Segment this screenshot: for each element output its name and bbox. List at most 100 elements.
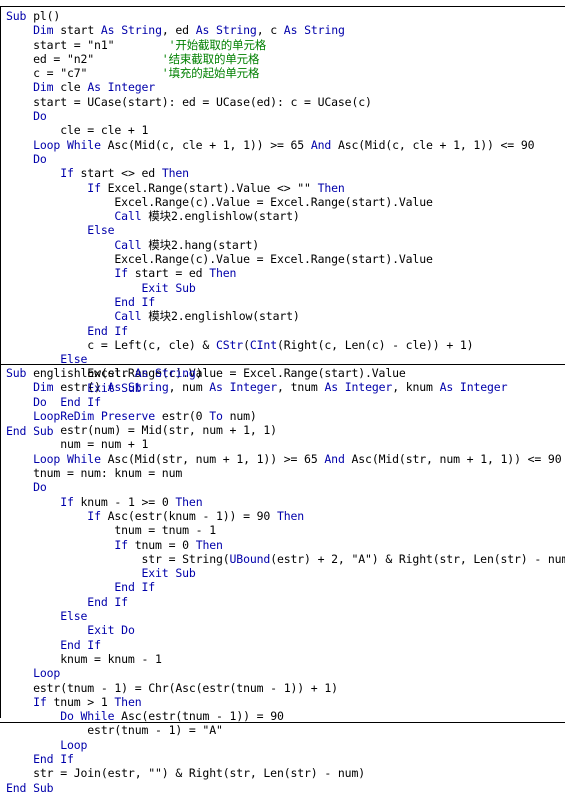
code-line[interactable]: If start = ed Then: [6, 266, 562, 280]
code-token-ident: Asc(Mid(str, num + 1, 1)) <= 90: [351, 451, 562, 466]
code-token-kw: If: [60, 494, 81, 509]
code-line[interactable]: If tnum > 1 Then: [6, 695, 562, 709]
code-token-kw: CStr: [215, 337, 244, 352]
code-line[interactable]: End If: [6, 324, 562, 338]
code-token-ident: [6, 281, 141, 295]
code-token-kw: Exit Sub: [141, 566, 196, 581]
code-line[interactable]: start = UCase(start): ed = UCase(ed): c …: [6, 95, 562, 109]
code-line[interactable]: Call 模块2.englishlow(start): [6, 309, 562, 323]
code-line[interactable]: If start <> ed Then: [6, 166, 562, 180]
code-line[interactable]: c = Left(c, cle) & CStr(CInt(Right(c, Le…: [6, 338, 562, 352]
code-line[interactable]: Loop While Asc(Mid(c, cle + 1, 1)) >= 65…: [6, 138, 562, 152]
code-token-ident: start: [60, 23, 101, 38]
code-line[interactable]: If tnum = 0 Then: [6, 538, 562, 552]
code-token-ident: [6, 495, 60, 509]
code-token-ident: [6, 666, 33, 680]
code-line[interactable]: str = String(UBound(estr) + 2, "A") & Ri…: [6, 552, 565, 566]
code-line[interactable]: Do: [6, 109, 562, 123]
code-line[interactable]: estr(tnum - 1) = "A": [6, 723, 562, 737]
code-line[interactable]: Dim cle As Integer: [6, 80, 562, 94]
code-token-ident: [6, 395, 33, 409]
code-token-kw: End If: [33, 752, 74, 767]
code-line[interactable]: tnum = tnum - 1: [6, 523, 562, 537]
code-line[interactable]: ed = "n2" '结束截取的单元格: [6, 52, 562, 66]
code-line[interactable]: Do: [6, 395, 562, 409]
code-token-kw: Else: [87, 223, 115, 238]
code-line[interactable]: End If: [6, 580, 562, 594]
code-line[interactable]: End Sub: [6, 781, 562, 795]
code-token-kw: End If: [87, 323, 128, 338]
code-token-ident: start = ed: [134, 266, 210, 281]
code-line[interactable]: Loop: [6, 738, 562, 752]
code-token-ident: ed = "n2": [6, 51, 162, 66]
code-token-ident: [6, 609, 60, 623]
code-line[interactable]: Call 模块2.englishlow(start): [6, 209, 562, 223]
code-token-ident: c = Left(c, cle) &: [6, 337, 216, 352]
code-token-kw: And: [324, 451, 352, 466]
code-line[interactable]: End If: [6, 595, 562, 609]
code-token-ident: [6, 295, 114, 309]
code-line[interactable]: Else: [6, 352, 562, 366]
code-line[interactable]: Do: [6, 480, 562, 494]
code-token-ident: Excel.Range(c).Value = Excel.Range(start…: [6, 252, 433, 267]
code-line[interactable]: c = "c7" '填充的起始单元格: [6, 66, 562, 80]
code-line[interactable]: Else: [6, 223, 562, 237]
code-line[interactable]: cle = cle + 1: [6, 123, 562, 137]
code-line[interactable]: If knum - 1 >= 0 Then: [6, 495, 562, 509]
code-token-kw: End If: [87, 594, 128, 609]
code-token-ident: [6, 595, 87, 609]
code-token-kw: Dim: [33, 380, 61, 395]
code-line[interactable]: ReDim Preserve estr(0 To num): [6, 409, 562, 423]
code-token-ident: (Right(c, Len(c) - cle)) + 1): [276, 337, 474, 352]
code-line[interactable]: Call 模块2.hang(start): [6, 238, 562, 252]
code-token-ident: [6, 566, 141, 580]
code-line[interactable]: Dim estr() As String, num As Integer, tn…: [6, 380, 562, 394]
code-token-cmt: '填充的起始单元格: [161, 66, 260, 81]
code-line[interactable]: Exit Do: [6, 623, 562, 637]
code-line[interactable]: Else: [6, 609, 562, 623]
code-token-ident: [6, 166, 60, 180]
code-token-ident: num = num + 1: [6, 437, 149, 452]
code-line[interactable]: Excel.Range(c).Value = Excel.Range(start…: [6, 195, 562, 209]
code-line[interactable]: knum = knum - 1: [6, 652, 562, 666]
code-token-ident: tnum = num: knum = num: [6, 466, 183, 481]
code-line[interactable]: End If: [6, 295, 562, 309]
code-line[interactable]: Loop While Asc(Mid(str, num + 1, 1)) >= …: [6, 452, 562, 466]
code-token-kw: Else: [60, 609, 88, 624]
code-line[interactable]: Sub pl(): [6, 9, 562, 23]
code-token-ident: cle = cle + 1: [6, 123, 149, 138]
code-token-ident: 模块2.englishlow(start): [148, 309, 300, 324]
code-line[interactable]: Exit Sub: [6, 281, 562, 295]
code-line[interactable]: If Excel.Range(start).Value <> "" Then: [6, 181, 562, 195]
code-line[interactable]: str = Join(estr, "") & Right(str, Len(st…: [6, 766, 562, 780]
code-token-ident: [6, 409, 60, 423]
code-line[interactable]: Loop: [6, 666, 562, 680]
code-line[interactable]: Excel.Range(c).Value = Excel.Range(start…: [6, 252, 562, 266]
code-line[interactable]: estr(tnum - 1) = Chr(Asc(estr(tnum - 1))…: [6, 681, 562, 695]
code-line[interactable]: tnum = num: knum = num: [6, 466, 562, 480]
code-token-ident: start = UCase(start): ed = UCase(ed): c …: [6, 94, 372, 109]
code-token-ident: [6, 709, 60, 723]
code-token-kw: Dim: [33, 23, 61, 38]
code-token-kw: Do: [33, 394, 47, 409]
code-token-ident: estr(tnum - 1) = Chr(Asc(estr(tnum - 1))…: [6, 680, 338, 695]
code-token-cmt: '结束截取的单元格: [161, 51, 260, 66]
code-line[interactable]: End If: [6, 752, 562, 766]
code-token-kw: Exit Do: [87, 623, 135, 638]
procedure-englishlow-code[interactable]: Sub englishlow(str As String) Dim estr()…: [6, 366, 565, 795]
code-token-ident: [6, 80, 33, 94]
code-line[interactable]: num = num + 1: [6, 437, 562, 451]
code-line[interactable]: Do While Asc(estr(tnum - 1)) = 90: [6, 709, 562, 723]
code-line[interactable]: If Asc(estr(knum - 1)) = 90 Then: [6, 509, 562, 523]
code-line[interactable]: Sub englishlow(str As String): [6, 366, 562, 380]
code-token-ident: [6, 23, 33, 37]
code-line[interactable]: Exit Sub: [6, 566, 562, 580]
code-line[interactable]: estr(num) = Mid(str, num + 1, 1): [6, 423, 562, 437]
code-token-ident: tnum = 0: [134, 537, 196, 552]
code-line[interactable]: End If: [6, 638, 562, 652]
code-token-kw: Do While: [60, 709, 122, 724]
code-line[interactable]: start = "n1" '开始截取的单元格: [6, 38, 562, 52]
code-line[interactable]: Dim start As String, ed As String, c As …: [6, 23, 562, 37]
code-line[interactable]: Do: [6, 152, 562, 166]
code-token-ident: , c: [256, 23, 284, 38]
